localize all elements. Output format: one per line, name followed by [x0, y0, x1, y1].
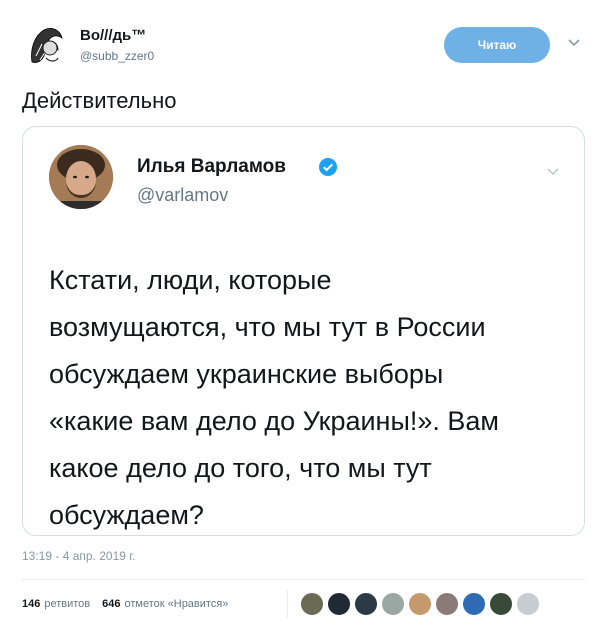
- likes-count[interactable]: 646: [102, 598, 120, 610]
- liker-avatar-8[interactable]: [489, 592, 513, 616]
- divider: [22, 579, 585, 580]
- liker-avatar-4[interactable]: [381, 592, 405, 616]
- author-name[interactable]: Во///дь™: [80, 27, 146, 44]
- liker-avatar-3[interactable]: [354, 592, 378, 616]
- chevron-down-icon[interactable]: [545, 163, 561, 179]
- quoted-author-name[interactable]: Илья Варламов: [137, 156, 286, 178]
- tweet-stats: 146 ретвитов 646 отметок «Нравится»: [22, 592, 240, 616]
- quoted-tweet-text: Кстати, люди, которые возмущаются, что м…: [49, 265, 499, 530]
- retweets-label[interactable]: ретвитов: [44, 598, 90, 610]
- tweet-text: Действительно: [22, 88, 177, 113]
- verified-badge-icon: [319, 158, 337, 176]
- chevron-down-icon[interactable]: [566, 34, 582, 50]
- liker-avatar-9[interactable]: [516, 592, 540, 616]
- retweets-count[interactable]: 146: [22, 598, 40, 610]
- author-avatar[interactable]: [22, 22, 70, 70]
- liker-avatar-5[interactable]: [408, 592, 432, 616]
- tweet-timestamp[interactable]: 13:19 - 4 апр. 2019 г.: [22, 549, 136, 563]
- tweet-header: Во///дь™ @subb_zzer0 Читаю: [22, 18, 592, 74]
- liker-avatar-7[interactable]: [462, 592, 486, 616]
- liker-avatars: [300, 592, 543, 616]
- liker-avatar-2[interactable]: [327, 592, 351, 616]
- divider: [287, 590, 288, 618]
- quoted-tweet[interactable]: Илья Варламов @varlamov Кстати, люди, ко…: [22, 126, 585, 536]
- following-button[interactable]: Читаю: [444, 27, 550, 63]
- liker-avatar-1[interactable]: [300, 592, 324, 616]
- quoted-author-avatar[interactable]: [49, 145, 113, 209]
- quoted-author-handle[interactable]: @varlamov: [137, 185, 228, 206]
- liker-avatar-6[interactable]: [435, 592, 459, 616]
- author-handle[interactable]: @subb_zzer0: [80, 49, 154, 63]
- likes-label[interactable]: отметок «Нравится»: [125, 598, 229, 610]
